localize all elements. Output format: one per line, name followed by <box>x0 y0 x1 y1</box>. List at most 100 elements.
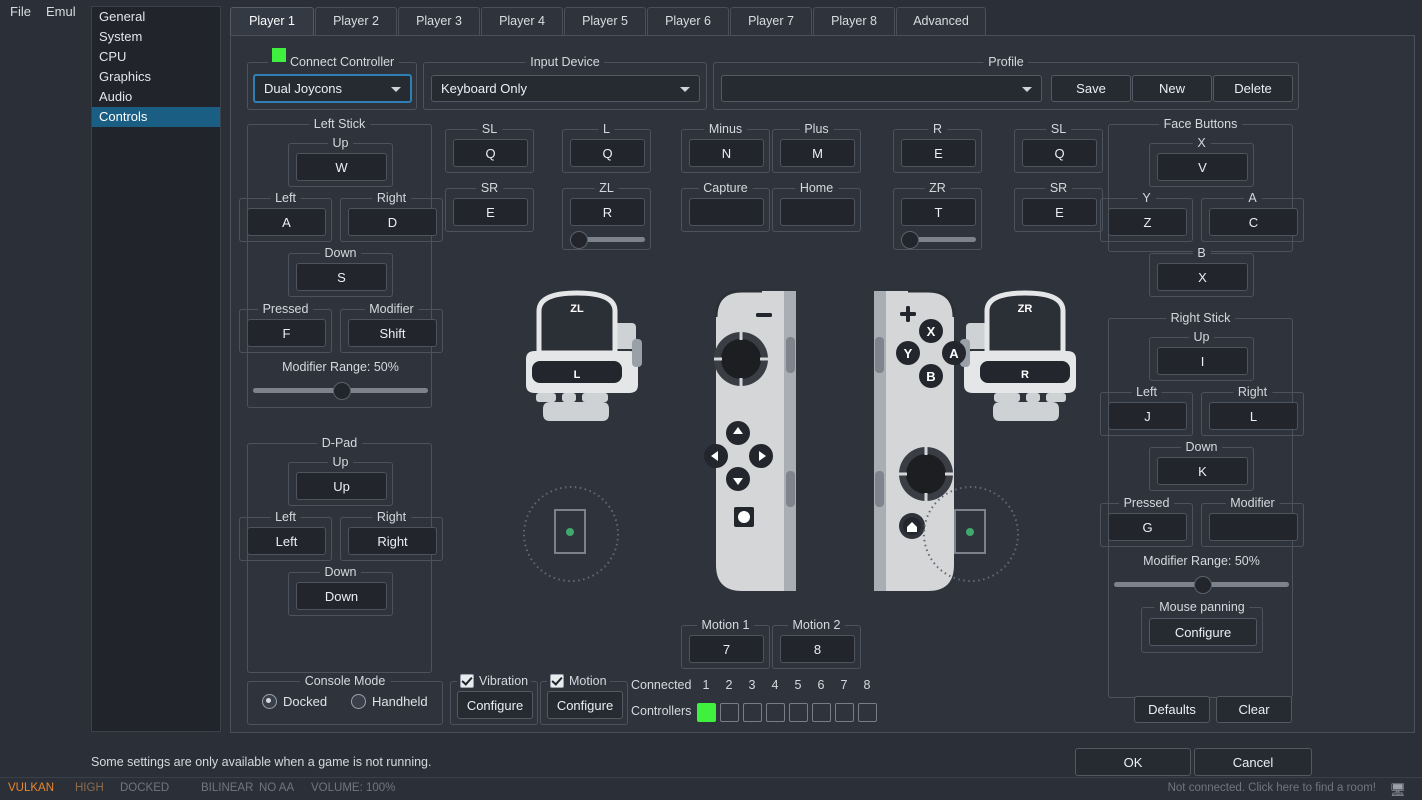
left-stick-right-key[interactable]: D <box>348 208 437 236</box>
right-stick-right-key[interactable]: L <box>1209 402 1298 430</box>
capture-key[interactable] <box>689 198 764 226</box>
status-volume[interactable]: VOLUME: 100% <box>311 782 395 794</box>
plus-key[interactable]: M <box>780 139 855 167</box>
slider-handle[interactable] <box>901 231 919 249</box>
profile-new-button[interactable]: New <box>1132 75 1212 102</box>
sidebar-item-graphics[interactable]: Graphics <box>92 67 220 87</box>
home-key[interactable] <box>780 198 855 226</box>
controller-indicator-1[interactable] <box>697 703 716 722</box>
left-sl-key[interactable]: Q <box>453 139 528 167</box>
controller-number-2: 2 <box>722 678 736 692</box>
sidebar-item-audio[interactable]: Audio <box>92 87 220 107</box>
motion-configure-button[interactable]: Configure <box>547 691 623 719</box>
left-stick-up-key[interactable]: W <box>296 153 387 181</box>
motion2-key[interactable]: 8 <box>780 635 855 663</box>
tab-player-2[interactable]: Player 2 <box>315 7 397 35</box>
status-antialiasing[interactable]: NO AA <box>259 782 294 794</box>
right-stick-modifier-range-slider[interactable] <box>1114 576 1289 592</box>
face-b-key[interactable]: X <box>1157 263 1248 291</box>
tab-player-4[interactable]: Player 4 <box>481 7 563 35</box>
tab-player-1[interactable]: Player 1 <box>230 7 314 35</box>
right-stick-preview <box>921 484 1021 584</box>
console-mode-group: Console Mode Docked Handheld <box>247 681 443 725</box>
right-stick-left-key[interactable]: J <box>1108 402 1187 430</box>
radio-docked-label: Docked <box>283 694 327 709</box>
status-renderer[interactable]: VULKAN <box>8 782 54 794</box>
svg-text:B: B <box>926 369 935 384</box>
controller-indicator-2[interactable] <box>720 703 739 722</box>
input-device-combo[interactable]: Keyboard Only <box>431 75 700 102</box>
sidebar-item-cpu[interactable]: CPU <box>92 47 220 67</box>
slider-handle[interactable] <box>333 382 351 400</box>
tab-player-3[interactable]: Player 3 <box>398 7 480 35</box>
profile-combo[interactable] <box>721 75 1042 102</box>
left-stick-left-key[interactable]: A <box>247 208 326 236</box>
left-stick-down-key[interactable]: S <box>296 263 387 291</box>
cancel-button[interactable]: Cancel <box>1194 748 1312 776</box>
vibration-configure-button[interactable]: Configure <box>457 691 533 719</box>
controller-type-combo[interactable]: Dual Joycons <box>253 74 412 103</box>
status-dock-mode[interactable]: DOCKED <box>120 782 169 794</box>
defaults-button[interactable]: Defaults <box>1134 696 1210 723</box>
right-stick-down-key[interactable]: K <box>1157 457 1248 485</box>
right-sr-key[interactable]: E <box>1022 198 1097 226</box>
room-icon[interactable]: 🖥 <box>1389 782 1406 798</box>
right-stick-pressed-key[interactable]: G <box>1108 513 1187 541</box>
left-stick-pressed-key[interactable]: F <box>247 319 326 347</box>
dpad-right-key[interactable]: Right <box>348 527 437 555</box>
clear-button[interactable]: Clear <box>1216 696 1292 723</box>
sidebar-item-system[interactable]: System <box>92 27 220 47</box>
dpad-left-key[interactable]: Left <box>247 527 326 555</box>
right-zr-range-slider[interactable] <box>901 231 976 247</box>
face-a-key[interactable]: C <box>1209 208 1298 236</box>
vibration-checkbox[interactable]: Vibration <box>457 674 531 688</box>
slider-handle[interactable] <box>570 231 588 249</box>
controller-connected-indicator[interactable] <box>272 48 286 62</box>
controller-indicator-6[interactable] <box>812 703 831 722</box>
left-zl-range-slider[interactable] <box>570 231 645 247</box>
radio-docked[interactable]: Docked <box>262 694 327 709</box>
right-zr-key[interactable]: T <box>901 198 976 226</box>
tab-player-8[interactable]: Player 8 <box>813 7 895 35</box>
right-stick-up-key[interactable]: I <box>1157 347 1248 375</box>
ok-button[interactable]: OK <box>1075 748 1191 776</box>
slider-handle[interactable] <box>1194 576 1212 594</box>
left-stick-modifier-range-slider[interactable] <box>253 382 428 398</box>
left-sr-key[interactable]: E <box>453 198 528 226</box>
settings-category-list[interactable]: General System CPU Graphics Audio Contro… <box>91 6 221 732</box>
right-r-key[interactable]: E <box>901 139 976 167</box>
mouse-panning-configure-button[interactable]: Configure <box>1149 618 1257 646</box>
tab-player-5[interactable]: Player 5 <box>564 7 646 35</box>
profile-delete-button[interactable]: Delete <box>1213 75 1293 102</box>
left-stick-modifier-key[interactable]: Shift <box>348 319 437 347</box>
profile-save-button[interactable]: Save <box>1051 75 1131 102</box>
menu-item-file[interactable]: File <box>10 4 31 19</box>
tab-advanced[interactable]: Advanced <box>896 7 986 35</box>
left-l-key[interactable]: Q <box>570 139 645 167</box>
dpad-up-key[interactable]: Up <box>296 472 387 500</box>
dpad-down-key[interactable]: Down <box>296 582 387 610</box>
controller-indicator-4[interactable] <box>766 703 785 722</box>
left-zl-key[interactable]: R <box>570 198 645 226</box>
chevron-down-icon <box>680 87 690 92</box>
tab-player-6[interactable]: Player 6 <box>647 7 729 35</box>
controller-indicator-7[interactable] <box>835 703 854 722</box>
status-filter[interactable]: BILINEAR <box>201 782 253 794</box>
sidebar-item-general[interactable]: General <box>92 7 220 27</box>
right-sl-key[interactable]: Q <box>1022 139 1097 167</box>
face-x-key[interactable]: V <box>1157 153 1248 181</box>
right-stick-modifier-key[interactable] <box>1209 513 1298 541</box>
controller-indicator-3[interactable] <box>743 703 762 722</box>
menu-item-emulation[interactable]: Emul <box>46 4 76 19</box>
motion1-key[interactable]: 7 <box>689 635 764 663</box>
minus-key[interactable]: N <box>689 139 764 167</box>
motion-checkbox[interactable]: Motion <box>547 674 610 688</box>
sidebar-item-controls[interactable]: Controls <box>92 107 220 127</box>
controller-indicator-8[interactable] <box>858 703 877 722</box>
tab-player-7[interactable]: Player 7 <box>730 7 812 35</box>
radio-handheld[interactable]: Handheld <box>351 694 428 709</box>
status-network[interactable]: Not connected. Click here to find a room… <box>1168 782 1376 794</box>
status-quality[interactable]: HIGH <box>75 782 104 794</box>
face-y-key[interactable]: Z <box>1108 208 1187 236</box>
controller-indicator-5[interactable] <box>789 703 808 722</box>
